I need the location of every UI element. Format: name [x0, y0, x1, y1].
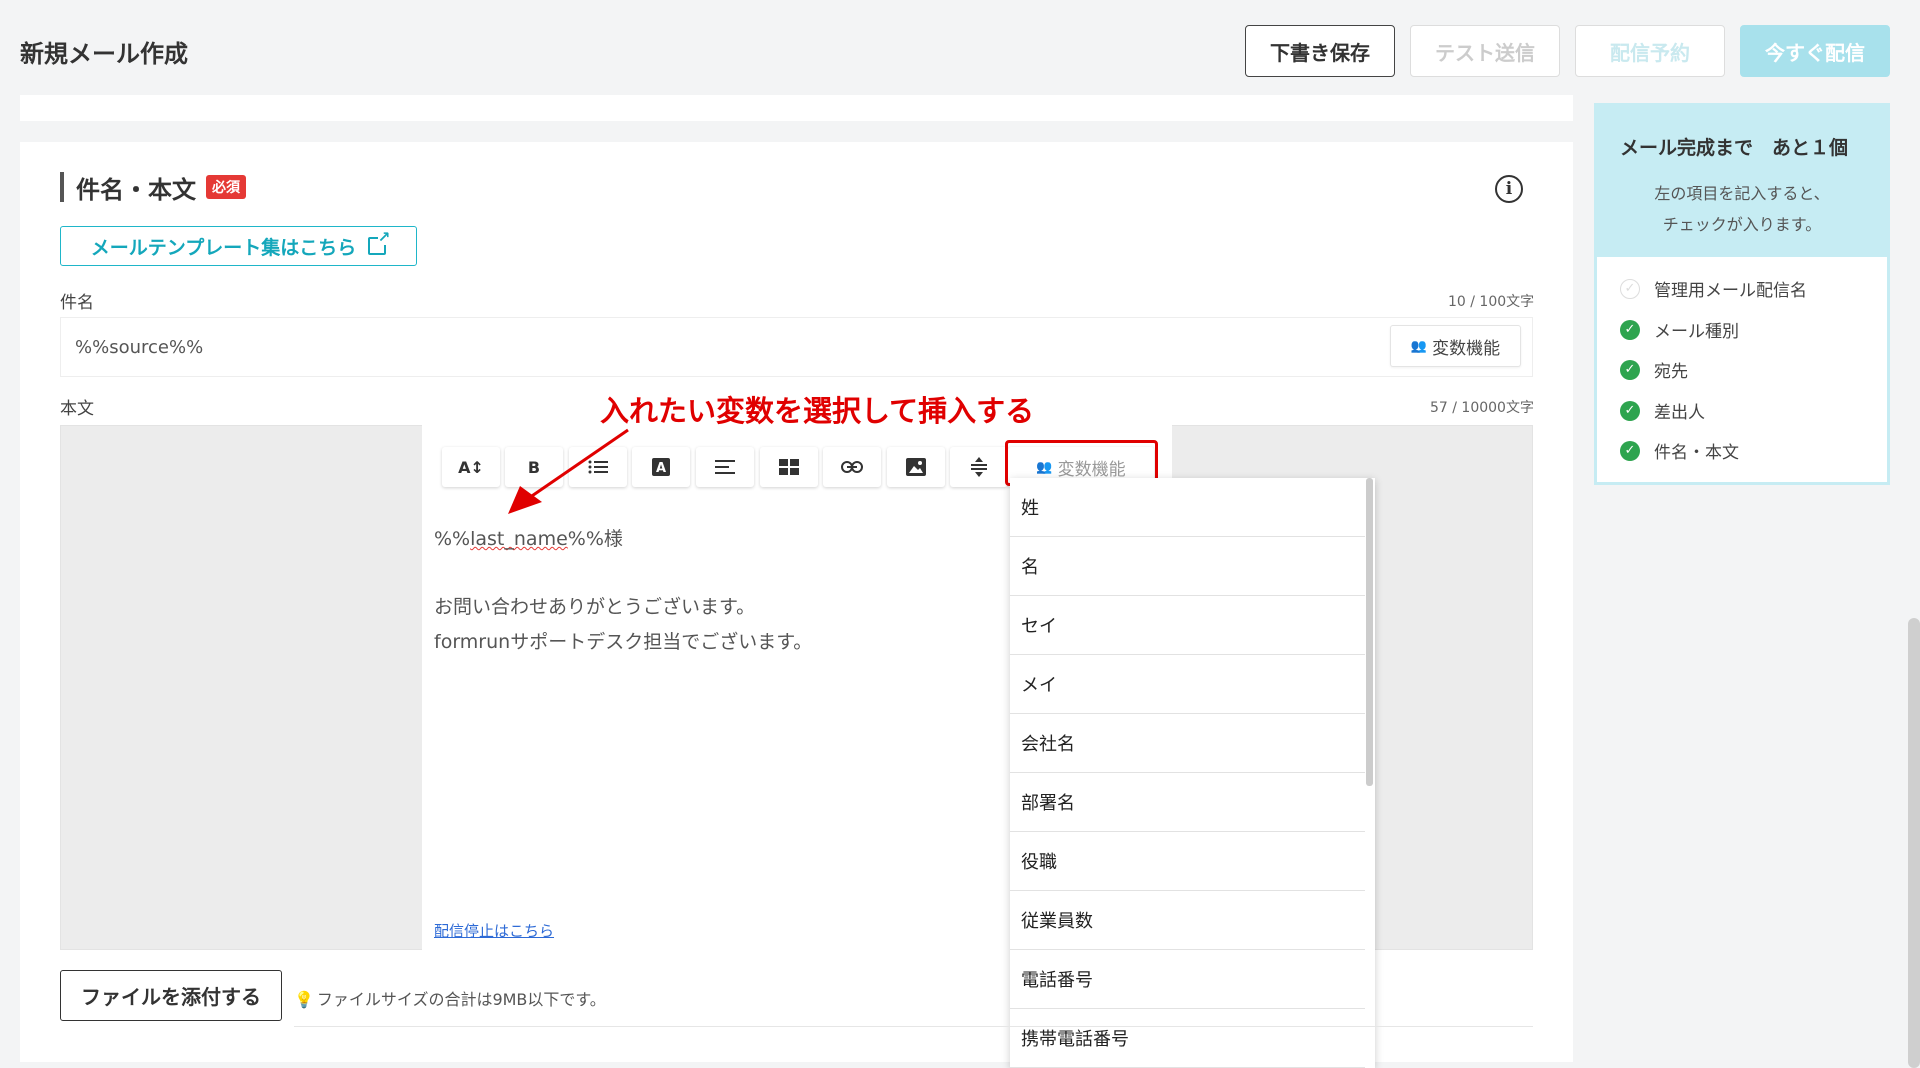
body-line-thanks: お問い合わせありがとうございます。 — [434, 596, 756, 618]
checklist-item: ✓ 差出人 — [1620, 398, 1705, 423]
page-title: 新規メール作成 — [20, 40, 188, 68]
checklist-label: 管理用メール配信名 — [1654, 281, 1807, 301]
line-height-icon — [971, 457, 987, 477]
svg-text:A: A — [656, 461, 666, 476]
section-heading-bar — [60, 172, 64, 202]
dropdown-item[interactable]: 会社名 — [1010, 714, 1365, 773]
table-button[interactable] — [760, 447, 818, 487]
completion-desc-line1: 左の項目を記入すると、 — [1654, 184, 1830, 203]
image-button[interactable] — [887, 447, 945, 487]
body-var-suffix: %%様 — [567, 528, 623, 550]
body-var-prefix: %% — [434, 528, 471, 550]
text-color-icon: A — [652, 458, 670, 476]
dropdown-item[interactable]: 従業員数 — [1010, 891, 1365, 950]
section-heading: 件名・本文 必須 — [60, 172, 246, 204]
dropdown-item[interactable]: 電話番号 — [1010, 950, 1365, 1009]
info-icon[interactable]: i — [1495, 175, 1523, 203]
required-badge: 必須 — [206, 175, 246, 199]
text-color-button[interactable]: A — [632, 447, 690, 487]
template-collection-link[interactable]: メールテンプレート集はこちら — [60, 226, 417, 266]
subject-counter: 10 / 100文字 — [1448, 294, 1535, 310]
unchecked-icon: ✓ — [1620, 278, 1640, 299]
body-line-greeting: %%last_name%%様 — [434, 524, 623, 551]
body-var-name: last_name — [470, 528, 568, 550]
page-scrollbar[interactable] — [1908, 618, 1920, 1068]
image-icon — [906, 458, 926, 476]
divider — [294, 1026, 1533, 1027]
template-link-label: メールテンプレート集はこちら — [90, 236, 357, 259]
dropdown-item[interactable]: セイ — [1010, 596, 1365, 655]
checklist-label: 件名・本文 — [1654, 443, 1739, 463]
body-label: 本文 — [60, 399, 94, 419]
subject-label: 件名 — [60, 293, 94, 313]
completion-title: メール完成まで あと１個 — [1620, 137, 1849, 159]
attach-note: 💡 ファイルサイズの合計は9MB以下です。 — [294, 986, 606, 1010]
subject-input[interactable]: %%source%% — [60, 317, 1533, 377]
table-icon — [779, 459, 799, 475]
section-title: 件名・本文 — [76, 175, 196, 204]
subject-value: %%source%% — [75, 337, 204, 358]
check-icon: ✓ — [1620, 359, 1640, 380]
lightbulb-icon: 💡 — [294, 990, 314, 1009]
test-send-button[interactable]: テスト送信 — [1410, 25, 1560, 77]
annotation-text: 入れたい変数を選択して挿入する — [600, 394, 1035, 428]
attach-file-button[interactable]: ファイルを添付する — [60, 970, 282, 1021]
attach-note-text: ファイルサイズの合計は9MB以下です。 — [316, 990, 606, 1009]
dropdown-scrollbar[interactable] — [1366, 478, 1373, 786]
dropdown-item[interactable]: 役職 — [1010, 832, 1365, 891]
body-counter: 57 / 10000文字 — [1430, 400, 1534, 416]
dropdown-item[interactable]: 名 — [1010, 537, 1365, 596]
checklist-label: メール種別 — [1654, 322, 1739, 342]
schedule-send-button[interactable]: 配信予約 — [1575, 25, 1725, 77]
line-spacing-button[interactable] — [950, 447, 1008, 487]
align-button[interactable] — [696, 447, 754, 487]
people-icon: 👥 — [1410, 338, 1428, 354]
link-button[interactable] — [823, 447, 881, 487]
annotation-arrow — [508, 428, 629, 514]
subject-variable-button[interactable]: 👥 変数機能 — [1390, 325, 1521, 367]
check-icon: ✓ — [1620, 440, 1640, 461]
checklist-item: ✓ 宛先 — [1620, 357, 1688, 382]
checklist-label: 宛先 — [1654, 362, 1688, 382]
font-size-button[interactable]: A↕ — [442, 447, 500, 487]
external-link-icon — [368, 229, 391, 255]
subject-variable-label: 変数機能 — [1432, 338, 1501, 359]
dropdown-item[interactable]: メイ — [1010, 655, 1365, 714]
previous-section-card — [20, 95, 1573, 121]
checklist-item: ✓ 件名・本文 — [1620, 438, 1739, 463]
completion-desc-line2: チェックが入ります。 — [1662, 215, 1822, 234]
link-icon — [841, 461, 863, 473]
align-left-icon — [715, 460, 735, 474]
send-now-button[interactable]: 今すぐ配信 — [1740, 25, 1890, 77]
dropdown-item[interactable]: 姓 — [1010, 478, 1365, 537]
save-draft-button[interactable]: 下書き保存 — [1245, 25, 1395, 77]
variable-dropdown: 姓 名 セイ メイ 会社名 部署名 役職 従業員数 電話番号 携帯電話番号 — [1010, 478, 1375, 1068]
body-line-signature: formrunサポートデスク担当でございます。 — [434, 631, 813, 653]
checklist-item: ✓ 管理用メール配信名 — [1620, 276, 1807, 301]
dropdown-item[interactable]: 携帯電話番号 — [1010, 1009, 1365, 1068]
dropdown-item[interactable]: 部署名 — [1010, 773, 1365, 832]
checklist-label: 差出人 — [1654, 403, 1705, 423]
check-icon: ✓ — [1620, 400, 1640, 421]
checklist-item: ✓ メール種別 — [1620, 317, 1739, 342]
check-icon: ✓ — [1620, 319, 1640, 340]
unsubscribe-link[interactable]: 配信停止はこちら — [434, 920, 554, 941]
